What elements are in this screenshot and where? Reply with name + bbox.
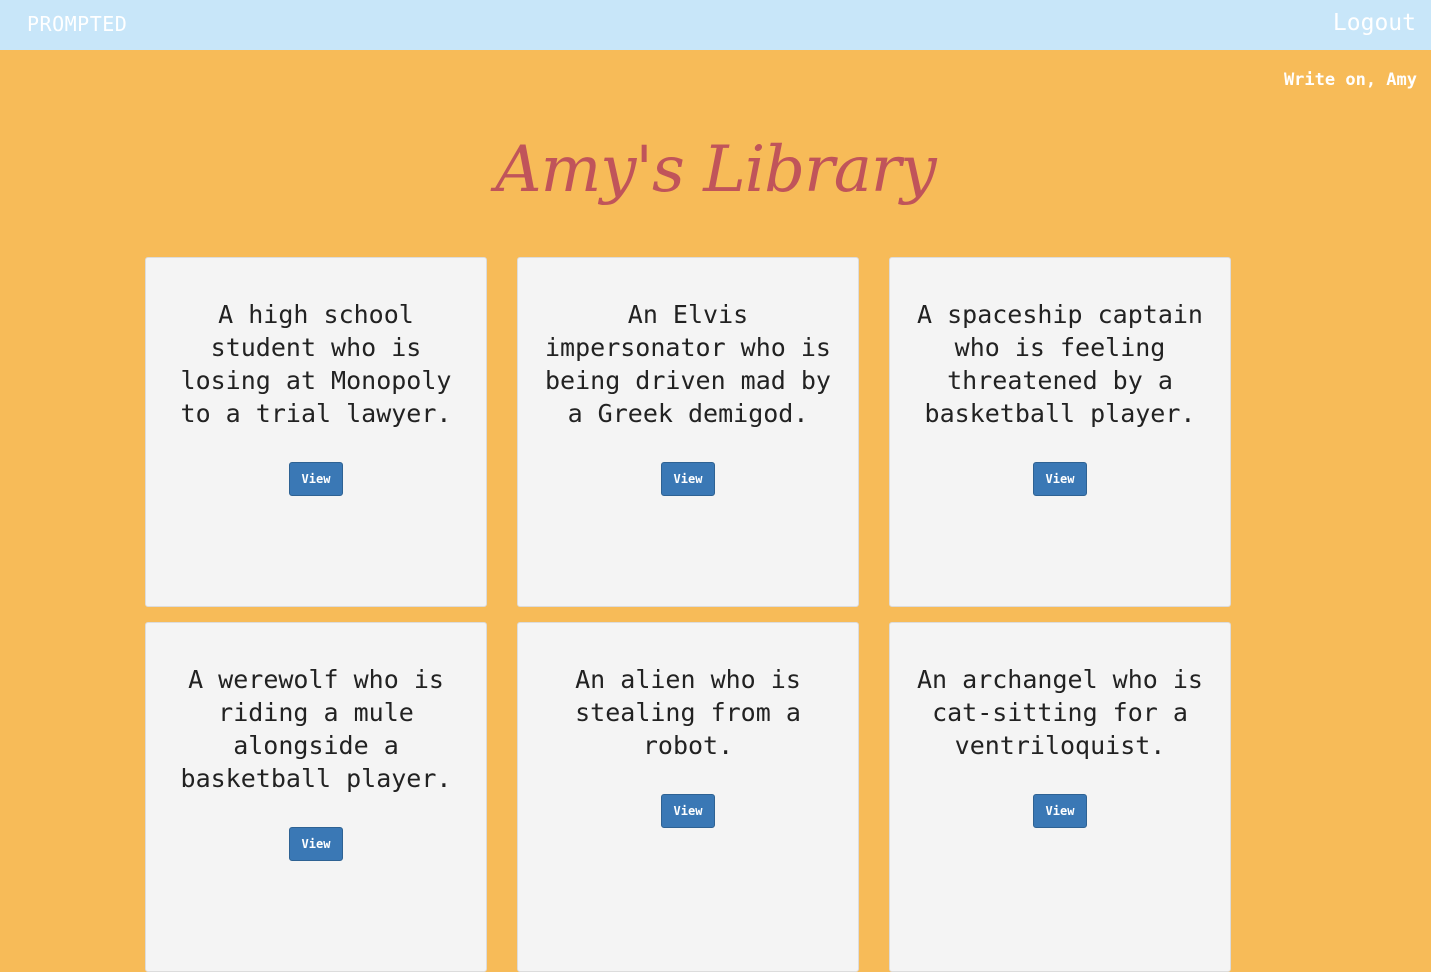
prompt-text: An archangel who is cat-sitting for a ve…	[917, 665, 1203, 760]
logout-link[interactable]: Logout	[1333, 10, 1416, 36]
prompt-text: A spaceship captain who is feeling threa…	[917, 300, 1203, 428]
view-button[interactable]: View	[1033, 794, 1087, 828]
view-button[interactable]: View	[661, 794, 715, 828]
prompt-text: An alien who is stealing from a robot.	[575, 665, 801, 760]
greeting-text: Write on, Amy	[1283, 70, 1417, 90]
view-button[interactable]: View	[661, 462, 715, 496]
prompt-text: A werewolf who is riding a mule alongsid…	[180, 665, 452, 793]
prompt-card: An archangel who is cat-sitting for a ve…	[889, 622, 1231, 972]
prompt-text: A high school student who is losing at M…	[180, 300, 452, 428]
prompt-card: A spaceship captain who is feeling threa…	[889, 257, 1231, 607]
view-button[interactable]: View	[289, 462, 343, 496]
prompt-card: An alien who is stealing from a robot. V…	[517, 622, 859, 972]
prompt-card: A high school student who is losing at M…	[145, 257, 487, 607]
prompt-text: An Elvis impersonator who is being drive…	[545, 300, 831, 428]
prompt-card: An Elvis impersonator who is being drive…	[517, 257, 859, 607]
view-button[interactable]: View	[289, 827, 343, 861]
brand-logo-link[interactable]: PROMPTED	[27, 12, 127, 36]
prompt-card: A werewolf who is riding a mule alongsid…	[145, 622, 487, 972]
view-button[interactable]: View	[1033, 462, 1087, 496]
page-title: Amy's Library	[495, 133, 936, 207]
navbar: PROMPTED Logout	[0, 0, 1431, 50]
